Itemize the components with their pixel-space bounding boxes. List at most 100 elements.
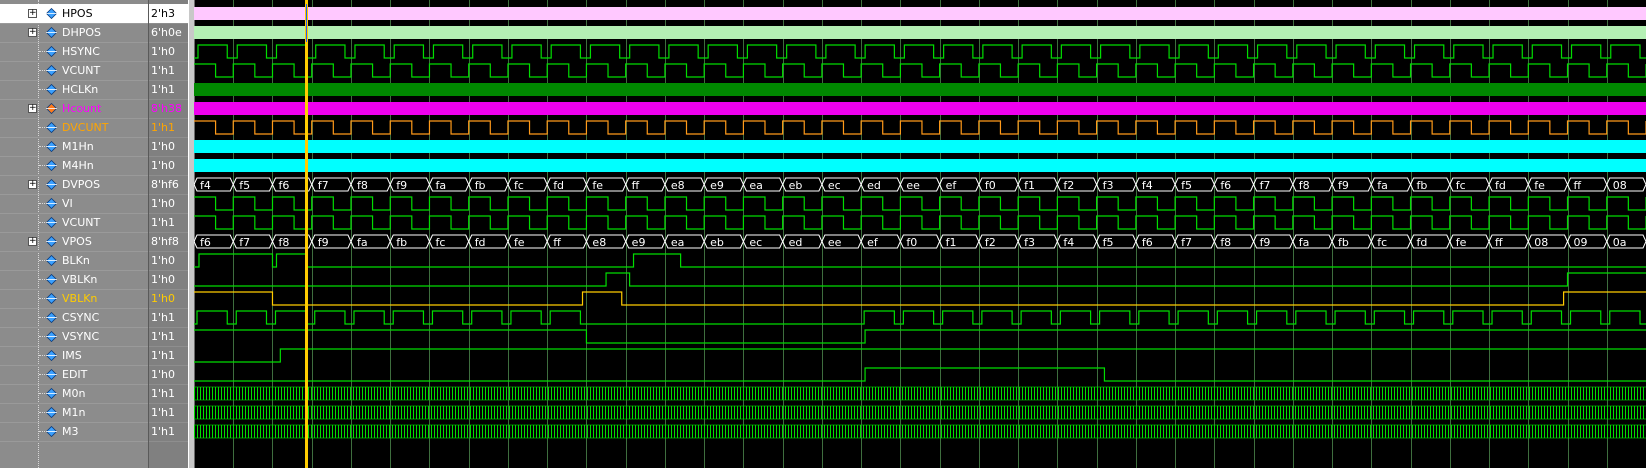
- signal-row-hsync[interactable]: HSYNC: [0, 42, 148, 62]
- signal-row-vblkn[interactable]: VBLKn: [0, 289, 148, 309]
- bus-value-label: ff: [1574, 179, 1582, 192]
- bus-value-label: f3: [1103, 179, 1114, 192]
- bus-value-label: f4: [1063, 236, 1074, 249]
- signal-name-label: VCUNT: [62, 64, 101, 77]
- wave-m4hn: [194, 159, 1646, 172]
- signal-row-hcount[interactable]: + Hcount: [0, 99, 148, 119]
- signal-row-hclkn[interactable]: HCLKn: [0, 80, 148, 100]
- signal-row-m4hn[interactable]: M4Hn: [0, 156, 148, 176]
- waveform-pane[interactable]: f4 f5 f6 f7 f8 f9 fa fb fc fd fe ff e8 e9 ea eb ec ed ee ef…: [194, 0, 1646, 468]
- signal-row-blkn[interactable]: BLKn: [0, 251, 148, 271]
- wave-m1n: [194, 405, 1646, 420]
- signal-value: 1'h1: [149, 327, 190, 347]
- bus-value-label: fa: [1377, 179, 1388, 192]
- signal-name-label: M1Hn: [62, 140, 94, 153]
- signal-name-label: DHPOS: [62, 26, 102, 39]
- signal-name-label: VBLKn: [62, 273, 98, 286]
- signal-value: 1'h1: [149, 61, 190, 81]
- signal-icon: [46, 103, 57, 114]
- signal-row-dvcunt[interactable]: DVCUNT: [0, 118, 148, 138]
- signal-name-label: HPOS: [62, 7, 93, 20]
- expand-icon[interactable]: +: [28, 104, 37, 113]
- signal-value: 1'h1: [149, 422, 190, 442]
- signal-name-label: M3: [62, 425, 79, 438]
- signal-row-dhpos[interactable]: + DHPOS: [0, 23, 148, 43]
- signal-name-label: EDIT: [62, 368, 88, 381]
- signal-value: 1'h0: [149, 194, 190, 214]
- bus-value-label: e8: [671, 179, 685, 192]
- signal-icon: [46, 27, 57, 38]
- expand-icon[interactable]: +: [28, 180, 37, 189]
- bus-value-label: ec: [828, 179, 841, 192]
- signal-value-pane[interactable]: 2'h3 6'h0e 1'h0 1'h1 1'h1 8'h38 1'h1 1'h0 1'h0 8'…: [149, 0, 190, 468]
- bus-value-label: ee: [828, 236, 842, 249]
- bus-value-label: f1: [1024, 179, 1035, 192]
- wave-vblkn: [194, 272, 1646, 287]
- signal-row-m1hn[interactable]: M1Hn: [0, 137, 148, 157]
- bus-value-label: ea: [749, 179, 763, 192]
- wave-dvpos: f4 f5 f6 f7 f8 f9 fa fb fc fd fe ff e8 e9 ea eb ec ed ee ef…: [194, 177, 1646, 192]
- wave-hcount: [194, 102, 1646, 115]
- signal-value: 8'hf8: [149, 232, 190, 252]
- signal-row-m3[interactable]: M3: [0, 422, 148, 442]
- bus-value-label: fb: [1338, 236, 1349, 249]
- signal-row-edit[interactable]: EDIT: [0, 365, 148, 385]
- bus-value-label: f9: [318, 236, 329, 249]
- signal-name-label: CSYNC: [62, 311, 100, 324]
- wave-vblkn: [194, 291, 1646, 306]
- bus-value-label: fb: [396, 236, 407, 249]
- signal-value: 1'h0: [149, 270, 190, 290]
- signal-name-label: M0n: [62, 387, 86, 400]
- bus-value-label: ff: [553, 236, 561, 249]
- bus-value-label: e9: [710, 179, 724, 192]
- signal-icon: [46, 236, 57, 247]
- signal-value: 8'hf6: [149, 175, 190, 195]
- bus-value-label: f2: [1063, 179, 1074, 192]
- expand-icon[interactable]: +: [28, 9, 37, 18]
- bus-value-label: fc: [1456, 179, 1466, 192]
- bus-value-label: fd: [1495, 179, 1506, 192]
- signal-icon: [46, 388, 57, 399]
- signal-value: 1'h1: [149, 308, 190, 328]
- signal-row-m0n[interactable]: M0n: [0, 384, 148, 404]
- wave-vcunt: [194, 215, 1646, 230]
- signal-row-ims[interactable]: IMS: [0, 346, 148, 366]
- signal-row-csync[interactable]: CSYNC: [0, 308, 148, 328]
- signal-row-vi[interactable]: VI: [0, 194, 148, 214]
- signal-row-m1n[interactable]: M1n: [0, 403, 148, 423]
- wave-blkn: [194, 253, 1646, 268]
- signal-icon: [46, 8, 57, 19]
- signal-icon: [46, 293, 57, 304]
- signal-row-vcunt[interactable]: VCUNT: [0, 213, 148, 233]
- bus-value-label: f8: [1220, 236, 1231, 249]
- bus-value-label: f7: [239, 236, 250, 249]
- bus-value-label: f0: [906, 236, 917, 249]
- wave-csync: [194, 310, 1646, 325]
- signal-row-vsync[interactable]: VSYNC: [0, 327, 148, 347]
- bus-value-label: fa: [357, 236, 368, 249]
- signal-row-dvpos[interactable]: + DVPOS: [0, 175, 148, 195]
- signal-row-vblkn[interactable]: VBLKn: [0, 270, 148, 290]
- bus-value-label: f9: [1260, 236, 1271, 249]
- signal-row-hpos[interactable]: + HPOS: [0, 4, 148, 24]
- expand-icon[interactable]: +: [28, 28, 37, 37]
- bus-value-label: fd: [553, 179, 564, 192]
- signal-value: 1'h0: [149, 42, 190, 62]
- expand-icon[interactable]: +: [28, 237, 37, 246]
- signal-icon: [46, 160, 57, 171]
- bus-value-label: f8: [357, 179, 368, 192]
- signal-name-label: VPOS: [62, 235, 92, 248]
- bus-value-label: eb: [710, 236, 724, 249]
- signal-name-label: DVCUNT: [62, 121, 109, 134]
- bus-value-label: fc: [514, 179, 524, 192]
- bus-value-label: ff: [632, 179, 640, 192]
- signal-value: 1'h1: [149, 384, 190, 404]
- signal-value: 1'h0: [149, 251, 190, 271]
- signal-icon: [46, 331, 57, 342]
- time-cursor[interactable]: [305, 0, 308, 468]
- signal-row-vcunt[interactable]: VCUNT: [0, 61, 148, 81]
- bus-value-label: fd: [1417, 236, 1428, 249]
- signal-row-vpos[interactable]: + VPOS: [0, 232, 148, 252]
- signal-name-pane[interactable]: + HPOS + DHPOS HSYNC VCUNT HCLKn + Hcount DVCUNT M…: [0, 0, 149, 468]
- bus-value-label: f2: [985, 236, 996, 249]
